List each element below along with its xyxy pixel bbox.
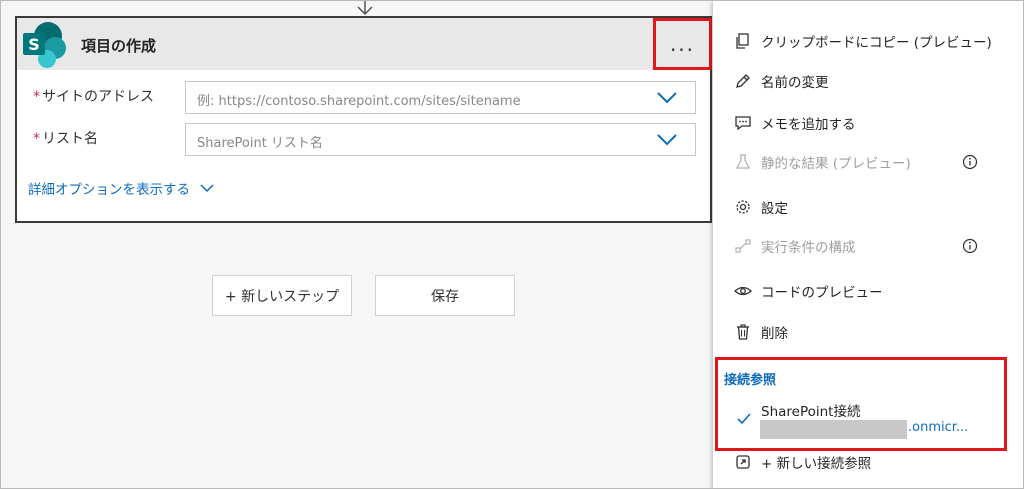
gear-icon bbox=[736, 200, 750, 214]
show-advanced-options-label: 詳細オプションを表示する bbox=[28, 182, 190, 198]
svg-text:S: S bbox=[28, 35, 40, 54]
list-name-input[interactable]: SharePoint リスト名 bbox=[185, 123, 696, 156]
menu-item-label: コードのプレビュー bbox=[761, 285, 883, 301]
card-header[interactable]: S 項目の作成 ... bbox=[17, 18, 712, 70]
save-button[interactable]: 保存 bbox=[375, 275, 515, 316]
info-icon[interactable] bbox=[962, 238, 978, 254]
show-advanced-options-link[interactable]: 詳細オプションを表示する bbox=[28, 178, 214, 198]
menu-item-run-after: 実行条件の構成 bbox=[713, 225, 1024, 265]
site-address-label-text: サイトのアドレス bbox=[42, 89, 154, 105]
list-name-label-text: リスト名 bbox=[42, 131, 98, 147]
chevron-down-icon[interactable] bbox=[657, 134, 677, 146]
checkmark-icon bbox=[737, 413, 751, 425]
more-options-button[interactable]: ... bbox=[653, 18, 712, 70]
menu-item-label: 設定 bbox=[761, 201, 788, 217]
chevron-down-icon[interactable] bbox=[657, 92, 677, 104]
redacted-account bbox=[760, 420, 907, 439]
action-card: S 項目の作成 ... * サイトのアドレス 例: https://contoso… bbox=[15, 16, 712, 223]
flask-icon bbox=[735, 154, 751, 169]
menu-item-static-results: 静的な結果 (プレビュー) bbox=[713, 141, 1024, 181]
site-address-input[interactable]: 例: https://contoso.sharepoint.com/sites/… bbox=[185, 81, 696, 114]
eye-icon bbox=[734, 286, 752, 296]
connection-domain[interactable]: .onmicr... bbox=[908, 420, 968, 435]
menu-item-label: メモを追加する bbox=[761, 117, 856, 133]
required-mark: * bbox=[33, 89, 40, 105]
menu-item-peek-code[interactable]: コードのプレビュー bbox=[713, 270, 1024, 310]
new-connection-icon bbox=[736, 455, 750, 469]
menu-item-settings[interactable]: 設定 bbox=[713, 186, 1024, 226]
menu-item-label: 削除 bbox=[761, 326, 788, 342]
comment-icon bbox=[735, 116, 751, 131]
site-address-placeholder: 例: https://contoso.sharepoint.com/sites/… bbox=[197, 94, 521, 109]
flow-icon bbox=[735, 239, 751, 253]
new-step-button[interactable]: + 新しいステップ bbox=[212, 275, 352, 316]
pencil-icon bbox=[736, 74, 750, 88]
connection-reference-title: 接続参照 bbox=[724, 373, 777, 388]
copy-icon bbox=[736, 33, 749, 49]
sharepoint-logo-icon: S bbox=[23, 22, 66, 68]
menu-item-label: 静的な結果 (プレビュー) bbox=[761, 156, 911, 172]
connection-name[interactable]: SharePoint接続 bbox=[761, 400, 860, 420]
info-icon[interactable] bbox=[962, 154, 978, 170]
menu-item-copy-to-clipboard[interactable]: クリップボードにコピー (プレビュー) bbox=[713, 20, 1024, 60]
menu-item-rename[interactable]: 名前の変更 bbox=[713, 60, 1024, 100]
list-name-label: * リスト名 bbox=[33, 128, 98, 148]
menu-item-add-note[interactable]: メモを追加する bbox=[713, 102, 1024, 142]
connector-arrow-icon bbox=[357, 0, 373, 16]
menu-item-delete[interactable]: 削除 bbox=[713, 311, 1024, 351]
chevron-down-icon bbox=[200, 183, 214, 192]
list-name-placeholder: SharePoint リスト名 bbox=[197, 136, 323, 151]
menu-item-label: 実行条件の構成 bbox=[761, 240, 856, 256]
trash-icon bbox=[737, 324, 749, 340]
menu-item-label: + 新しい接続参照 bbox=[761, 456, 872, 472]
menu-item-label: クリップボードにコピー (プレビュー) bbox=[761, 35, 992, 51]
required-mark: * bbox=[33, 131, 40, 147]
site-address-label: * サイトのアドレス bbox=[33, 86, 154, 106]
menu-item-label: 名前の変更 bbox=[761, 75, 829, 91]
card-title[interactable]: 項目の作成 bbox=[81, 35, 156, 56]
